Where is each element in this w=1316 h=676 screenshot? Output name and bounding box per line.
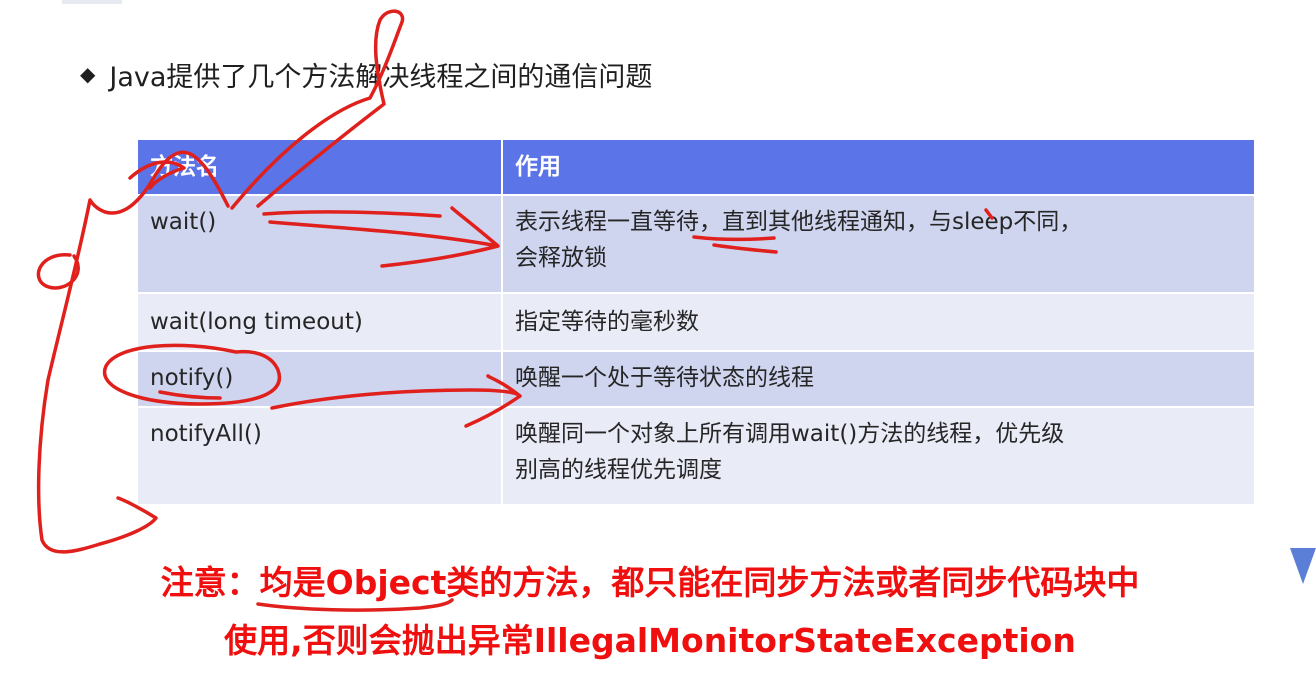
desc-line: 会释放锁 (515, 245, 607, 271)
diamond-bullet-icon: ◆ (80, 62, 96, 86)
method-name-cell: notify() (138, 351, 503, 408)
method-desc-cell: 指定等待的毫秒数 (502, 293, 1256, 352)
desc-line: 表示线程一直等待，直到其他线程通知，与sleep不同， (515, 209, 1083, 235)
method-name-cell: wait() (138, 195, 503, 294)
method-desc-cell: 唤醒一个处于等待状态的线程 (502, 351, 1256, 408)
method-desc-cell: 唤醒同一个对象上所有调用wait()方法的线程，优先级 别高的线程优先调度 (502, 407, 1256, 506)
scroll-marker-icon (1290, 548, 1316, 584)
note-line-1: 注意：均是Object类的方法，都只能在同步方法或者同步代码块中 (160, 563, 1140, 602)
table-row: wait() 表示线程一直等待，直到其他线程通知，与sleep不同， 会释放锁 (138, 195, 1256, 294)
ink-stroke-circle-left (36, 253, 80, 290)
desc-line: 指定等待的毫秒数 (515, 309, 699, 335)
note-line-2: 使用,否则会抛出异常IllegalMonitorStateException (224, 621, 1076, 660)
desc-line: 唤醒同一个对象上所有调用wait()方法的线程，优先级 (515, 421, 1065, 447)
header-purpose: 作用 (502, 140, 1256, 196)
table-row: notifyAll() 唤醒同一个对象上所有调用wait()方法的线程，优先级 … (138, 407, 1256, 506)
method-desc-cell: 表示线程一直等待，直到其他线程通知，与sleep不同， 会释放锁 (502, 195, 1256, 294)
slide-heading: ◆ Java提供了几个方法解决线程之间的通信问题 (80, 50, 652, 98)
header-method-name: 方法名 (138, 140, 503, 196)
heading-text: Java提供了几个方法解决线程之间的通信问题 (109, 61, 653, 93)
desc-line: 别高的线程优先调度 (515, 457, 722, 483)
methods-table: 方法名 作用 wait() 表示线程一直等待，直到其他线程通知，与sleep不同… (138, 140, 1256, 506)
table-row: wait(long timeout) 指定等待的毫秒数 (138, 293, 1256, 352)
table-row: notify() 唤醒一个处于等待状态的线程 (138, 351, 1256, 408)
method-name-cell: notifyAll() (138, 407, 503, 506)
desc-line: 唤醒一个处于等待状态的线程 (515, 365, 814, 391)
method-name-cell: wait(long timeout) (138, 293, 503, 352)
table-header-row: 方法名 作用 (138, 140, 1256, 196)
top-tab-strip (62, 0, 122, 4)
